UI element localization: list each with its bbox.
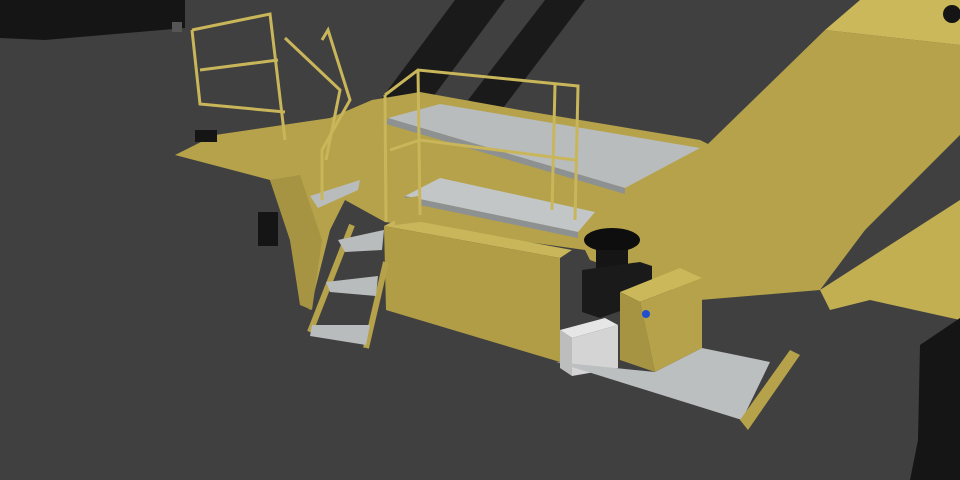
render-viewport xyxy=(0,0,960,480)
blue-button-icon xyxy=(642,310,650,318)
